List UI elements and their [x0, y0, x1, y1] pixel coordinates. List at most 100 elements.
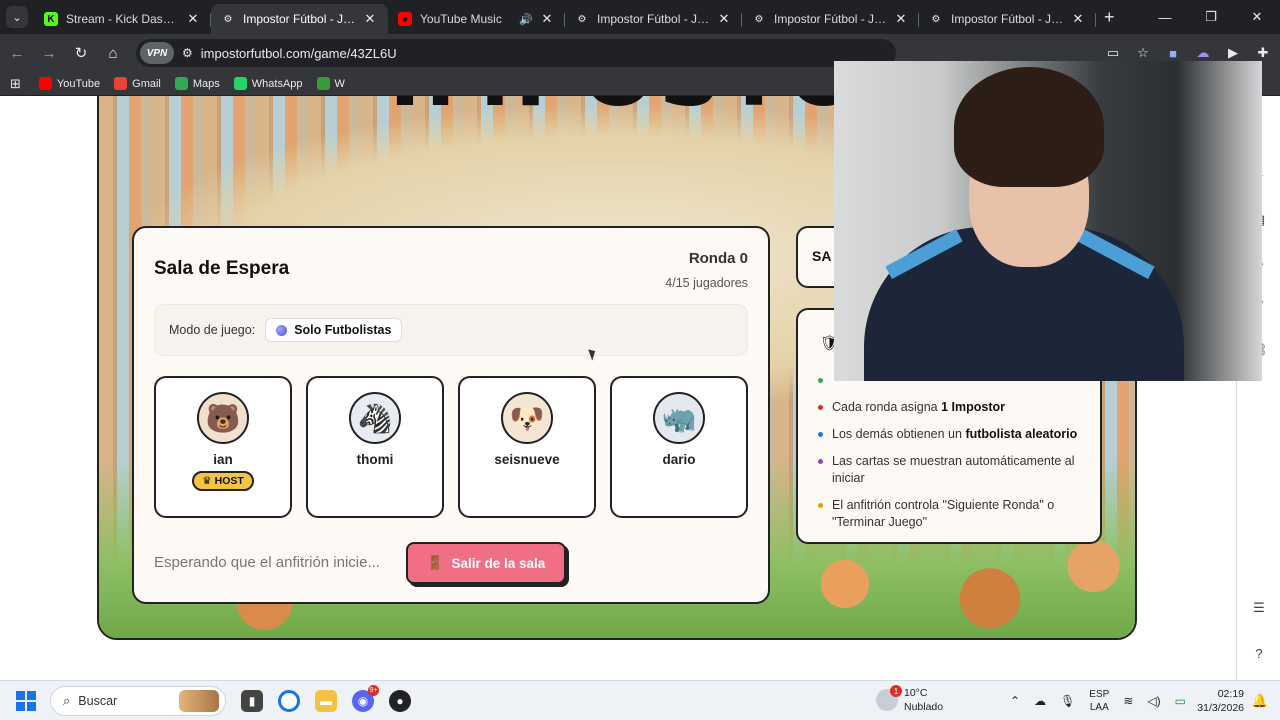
forward-arrow-icon[interactable]: →	[34, 38, 64, 68]
notification-bell-icon[interactable]: 🔔	[1252, 693, 1268, 709]
tab-list: K Stream - Kick Dashboard ✕ ⚙ Impostor Fútbo…	[34, 0, 1096, 34]
tab-1[interactable]: ⚙ Impostor Fútbol - Juega co ✕	[211, 4, 388, 34]
bullet-dot	[818, 503, 823, 508]
maximize-icon[interactable]: ❐	[1188, 0, 1234, 34]
address-bar[interactable]: VPN ⚙ impostorfutbol.com/game/43ZL6U	[136, 39, 896, 67]
tab-title: YouTube Music	[420, 12, 502, 26]
bookmark-youtube[interactable]: YouTube	[38, 77, 101, 90]
tab-4[interactable]: ⚙ Impostor Fútbol - Juega co ✕	[742, 4, 919, 34]
language-indicator[interactable]: ESP LAA	[1089, 688, 1109, 714]
tab-title: Impostor Fútbol - Juega co	[951, 12, 1064, 26]
back-arrow-icon[interactable]: ←	[2, 38, 32, 68]
bullet-dot	[818, 405, 823, 410]
bookmark-label: Gmail	[132, 77, 161, 90]
extensions-puzzle-icon[interactable]: ✚	[1254, 44, 1272, 62]
new-tab-plus-icon[interactable]: +	[1104, 7, 1115, 28]
tab-3[interactable]: ⚙ Impostor Fútbol - Juega co ✕	[565, 4, 742, 34]
install-app-icon[interactable]: ▭	[1104, 44, 1122, 62]
bear-icon: 🐻	[197, 392, 249, 444]
side-settings-icon[interactable]: ☰	[1251, 600, 1267, 616]
player-card: 🦓 thomi	[306, 376, 444, 518]
language-bottom: LAA	[1089, 702, 1109, 713]
volume-icon[interactable]: ◁)	[1147, 694, 1160, 708]
extension-cloud-icon[interactable]: ☁	[1194, 44, 1212, 62]
close-tab-icon[interactable]: ✕	[185, 11, 201, 27]
game-mode-label: Modo de juego:	[169, 323, 256, 337]
game-mode-value: Solo Futbolistas	[294, 323, 392, 337]
audio-playing-icon[interactable]: 🔊	[519, 13, 533, 26]
bookmark-w[interactable]: W	[316, 77, 345, 90]
language-top: ESP	[1089, 689, 1110, 700]
player-name: ian	[213, 452, 233, 467]
close-tab-icon[interactable]: ✕	[1070, 11, 1086, 27]
players-count: 4/15 jugadores	[665, 276, 748, 290]
task-view-icon[interactable]: ▮	[241, 689, 263, 712]
youtube-icon	[38, 77, 52, 90]
close-window-icon[interactable]: ✕	[1234, 0, 1280, 34]
rhino-icon: 🦏	[653, 392, 705, 444]
close-tab-icon[interactable]: ✕	[893, 11, 909, 27]
rule-item: Cada ronda asigna 1 Impostor	[814, 399, 1086, 416]
microphone-icon[interactable]: 🎙	[1060, 694, 1075, 708]
player-cards: 🐻 ian ♛ HOST 🦓 thomi 🐶 seisnueve 🦏 dario	[154, 376, 748, 518]
side-help-icon[interactable]: ?	[1251, 646, 1267, 662]
discord-badge: 9+	[368, 684, 379, 696]
bookmark-maps[interactable]: Maps	[174, 77, 220, 90]
rule-text: Cada ronda asigna	[832, 400, 942, 414]
vpn-badge[interactable]: VPN	[140, 42, 174, 64]
taskbar-clock[interactable]: 02:19 31/3/2026	[1197, 687, 1244, 715]
kick-icon: K	[44, 12, 58, 26]
waiting-text: Esperando que el anfitrión inicie...	[154, 554, 380, 571]
obs-icon[interactable]: ●	[389, 689, 411, 712]
site-settings-icon[interactable]: ⚙	[182, 46, 193, 60]
crown-icon: ♛	[202, 475, 212, 487]
chrome-taskbar-icon[interactable]	[278, 689, 300, 712]
tab-title: Impostor Fútbol - Juega co	[774, 12, 887, 26]
bookmark-label: YouTube	[56, 77, 101, 90]
url-text[interactable]: impostorfutbol.com/game/43ZL6U	[201, 46, 397, 61]
extension-video-icon[interactable]: ▶	[1224, 44, 1242, 62]
taskbar-search-box[interactable]: ⌕ Buscar	[50, 685, 226, 716]
weather-widget[interactable]: 1 10°C Nublado	[876, 685, 943, 714]
search-icon: ⌕	[63, 692, 71, 708]
soccer-ball-icon	[276, 324, 288, 336]
door-icon: 🚪	[426, 555, 444, 570]
search-highlight-image	[179, 689, 219, 712]
reload-icon[interactable]: ↻	[66, 38, 96, 68]
tab-title: Impostor Fútbol - Juega co	[243, 12, 356, 26]
rule-text: Los demás obtienen un	[832, 427, 966, 441]
dog-icon: 🐶	[501, 392, 553, 444]
browser-tab-strip: ⌄ K Stream - Kick Dashboard ✕ ⚙ Impostor Fút…	[0, 0, 1280, 34]
discord-icon[interactable]: ◉ 9+	[352, 684, 379, 712]
close-tab-icon[interactable]: ✕	[716, 11, 732, 27]
onedrive-cloud-icon[interactable]: ☁	[1034, 694, 1046, 708]
bookmark-gmail[interactable]: Gmail	[114, 77, 161, 90]
tab-0[interactable]: K Stream - Kick Dashboard ✕	[34, 4, 211, 34]
close-tab-icon[interactable]: ✕	[539, 11, 555, 27]
tab-2[interactable]: ● YouTube Music 🔊 ✕	[388, 4, 565, 34]
home-icon[interactable]: ⌂	[98, 38, 128, 68]
zebra-icon: 🦓	[349, 392, 401, 444]
wifi-icon[interactable]: ≋	[1123, 694, 1133, 708]
tab-search-chevron-icon[interactable]: ⌄	[6, 6, 28, 28]
windows-start-icon[interactable]	[16, 690, 36, 711]
minimize-icon[interactable]: —	[1142, 0, 1188, 34]
extension-lock-icon[interactable]: ■	[1164, 44, 1182, 62]
host-badge-label: HOST	[214, 475, 244, 487]
rule-item: El anfitrión controla "Siguiente Ronda" …	[814, 497, 1086, 531]
tray-chevron-up-icon[interactable]: ⌃	[1010, 694, 1020, 708]
maps-icon	[174, 77, 188, 90]
bookmark-whatsapp[interactable]: WhatsApp	[233, 77, 303, 90]
leave-room-label: Salir de la sala	[451, 555, 546, 571]
soccer-ball-icon: ⚙	[754, 13, 764, 25]
leave-room-button[interactable]: 🚪 Salir de la sala	[406, 542, 566, 584]
player-card: 🐶 seisnueve	[458, 376, 596, 518]
battery-icon[interactable]: ▭	[1175, 694, 1186, 708]
apps-grid-icon[interactable]: ⊞	[10, 76, 21, 92]
bookmark-star-icon[interactable]: ☆	[1134, 44, 1152, 62]
close-tab-icon[interactable]: ✕	[362, 11, 378, 27]
tab-5[interactable]: ⚙ Impostor Fútbol - Juega co ✕	[919, 4, 1096, 34]
window-controls: — ❐ ✕	[1142, 0, 1280, 34]
round-label: Ronda 0	[688, 250, 748, 267]
file-explorer-icon[interactable]: ▬	[315, 689, 337, 712]
